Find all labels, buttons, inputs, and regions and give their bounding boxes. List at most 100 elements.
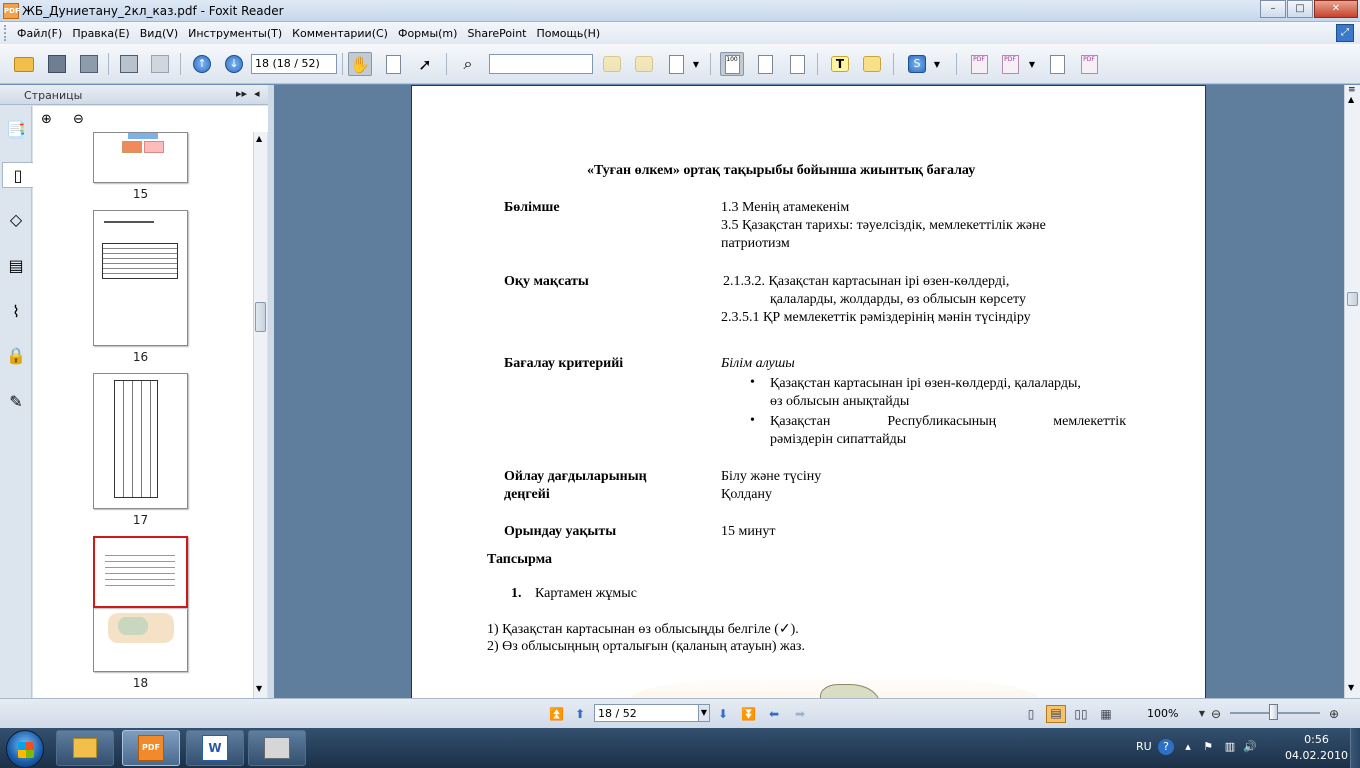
restore-view-icon[interactable]: ⤢ xyxy=(1336,24,1354,42)
next-page-icon[interactable]: ↓ xyxy=(222,52,246,76)
find-next-icon[interactable] xyxy=(632,52,656,76)
continuous-page-icon[interactable]: ▤ xyxy=(1046,705,1066,723)
pdf-export-icon[interactable] xyxy=(1045,52,1069,76)
select-text-icon[interactable] xyxy=(381,52,405,76)
comments-tab-icon[interactable]: ▤ xyxy=(4,252,28,278)
taskbar-explorer[interactable] xyxy=(56,730,114,766)
scroll-up-icon[interactable]: ▲ xyxy=(1348,95,1354,104)
find-binoculars-icon[interactable]: ⌕ xyxy=(456,52,480,76)
pages-tab-icon[interactable]: ▯ xyxy=(2,162,33,188)
thumbnail-viewport-frame[interactable] xyxy=(93,536,188,608)
menu-file[interactable]: Файл(F) xyxy=(12,27,67,40)
email-icon[interactable] xyxy=(148,52,172,76)
bookmarks-tab-icon[interactable]: 📑 xyxy=(4,116,28,142)
taskbar-word[interactable]: W xyxy=(186,730,244,766)
document-scrollbar[interactable]: ≡ ▲ ▼ xyxy=(1344,85,1360,698)
fit-page-icon[interactable] xyxy=(753,52,777,76)
page-number-input[interactable]: 18 (18 / 52) xyxy=(251,54,337,74)
layers-tab-icon[interactable]: ◇ xyxy=(4,206,28,232)
taskbar-printer[interactable] xyxy=(248,730,306,766)
flag-icon[interactable]: ⚑ xyxy=(1200,739,1216,755)
chevron-down-icon[interactable]: ▼ xyxy=(931,52,943,76)
volume-icon[interactable]: 🔊 xyxy=(1242,739,1258,755)
find-options-icon[interactable] xyxy=(664,52,688,76)
row-value: 2.1.3.2. Қазақстан картасынан ірі өзен-к… xyxy=(723,274,1010,289)
scroll-down-icon[interactable]: ▼ xyxy=(1348,683,1354,692)
find-previous-icon[interactable] xyxy=(600,52,624,76)
zoom-slider-handle[interactable] xyxy=(1269,704,1278,720)
scroll-down-icon[interactable]: ▼ xyxy=(256,684,262,693)
menu-edit[interactable]: Правка(E) xyxy=(67,27,134,40)
pdf-convert-icon[interactable]: PDF xyxy=(998,52,1022,76)
taskbar-foxit-reader[interactable]: PDF xyxy=(122,730,180,766)
thumbnail-page[interactable] xyxy=(93,132,188,183)
expand-panel-icon[interactable]: ▸▸ xyxy=(236,87,247,100)
chevron-down-icon[interactable]: ▼ xyxy=(698,704,710,722)
zoom-out-thumbnail-icon[interactable]: ⊖ xyxy=(73,112,84,127)
row-value: 2.3.5.1 ҚР мемлекеттік рәміздерінің мәні… xyxy=(721,310,1031,325)
menu-help[interactable]: Помощь(H) xyxy=(532,27,606,40)
thumbnail-page[interactable] xyxy=(93,210,188,346)
previous-page-icon[interactable]: ↑ xyxy=(190,52,214,76)
zoom-in-icon[interactable]: ⊕ xyxy=(1327,707,1341,721)
back-icon[interactable]: ⬅ xyxy=(767,707,781,721)
network-icon[interactable]: ▥ xyxy=(1222,739,1238,755)
fit-width-icon[interactable] xyxy=(785,52,809,76)
chevron-down-icon[interactable]: ▼ xyxy=(690,52,702,76)
pages-panel-header: Страницы ▸▸ ◂ xyxy=(0,85,270,105)
facing-pages-icon[interactable]: ▯▯ xyxy=(1074,707,1088,721)
scroll-up-icon[interactable]: ▲ xyxy=(256,134,262,143)
help-icon[interactable]: ? xyxy=(1158,739,1174,755)
close-button[interactable]: ✕ xyxy=(1314,0,1358,18)
save-icon[interactable] xyxy=(45,52,69,76)
thumbnails-scrollbar[interactable]: ▲ ▼ xyxy=(253,132,267,698)
zoom-out-icon[interactable]: ⊖ xyxy=(1209,707,1223,721)
security-tab-icon[interactable]: 🔒 xyxy=(4,342,28,368)
chevron-up-icon[interactable]: ▴ xyxy=(1180,739,1196,755)
menu-tools[interactable]: Инструменты(T) xyxy=(183,27,287,40)
save-all-icon[interactable] xyxy=(77,52,101,76)
print-icon[interactable] xyxy=(117,52,141,76)
last-page-icon[interactable]: ⏬ xyxy=(741,707,756,721)
status-page-input[interactable]: 18 / 52 xyxy=(594,704,700,722)
rotate-icon[interactable]: S xyxy=(905,52,929,76)
first-page-icon[interactable]: ⏫ xyxy=(549,707,564,721)
select-arrow-icon[interactable]: ➚ xyxy=(413,52,437,76)
show-desktop-button[interactable] xyxy=(1350,728,1360,768)
note-icon[interactable] xyxy=(860,52,884,76)
scrollbar-thumb[interactable] xyxy=(255,302,266,332)
pdf-create-icon[interactable]: PDF xyxy=(967,52,991,76)
scroll-top-icon[interactable]: ≡ xyxy=(1348,85,1356,95)
zoom-in-thumbnail-icon[interactable]: ⊕ xyxy=(41,112,52,127)
menu-comments[interactable]: Комментарии(C) xyxy=(287,27,393,40)
app-icon: PDF xyxy=(3,3,20,19)
pdf-merge-icon[interactable]: PDF xyxy=(1077,52,1101,76)
minimize-button[interactable]: – xyxy=(1260,0,1286,18)
signatures-tab-icon[interactable]: ✎ xyxy=(4,388,28,414)
chevron-down-icon[interactable]: ▼ xyxy=(1026,52,1038,76)
hand-tool-icon[interactable]: ✋ xyxy=(348,52,372,76)
continuous-facing-icon[interactable]: ▦ xyxy=(1099,707,1113,721)
next-page-icon[interactable]: ⬇ xyxy=(716,707,730,721)
single-page-icon[interactable]: ▯ xyxy=(1024,707,1038,721)
actual-size-icon[interactable]: 100 xyxy=(720,52,744,76)
search-input[interactable] xyxy=(489,54,593,74)
zoom-level[interactable]: 100% xyxy=(1147,707,1178,720)
maximize-button[interactable]: □ xyxy=(1287,0,1313,18)
scrollbar-thumb[interactable] xyxy=(1347,292,1358,306)
collapse-panel-icon[interactable]: ◂ xyxy=(254,87,260,100)
chevron-down-icon[interactable]: ▼ xyxy=(1195,707,1209,721)
start-button[interactable] xyxy=(6,730,44,768)
typewriter-icon[interactable]: T xyxy=(828,52,852,76)
previous-page-icon[interactable]: ⬆ xyxy=(573,707,587,721)
clock[interactable]: 0:56 04.02.2010 xyxy=(1285,732,1348,764)
open-folder-icon[interactable] xyxy=(12,52,36,76)
menu-view[interactable]: Вид(V) xyxy=(135,27,183,40)
thumbnail-page[interactable] xyxy=(93,373,188,509)
attachments-tab-icon[interactable]: ⌇ xyxy=(4,298,28,324)
language-indicator[interactable]: RU xyxy=(1136,740,1152,753)
menu-forms[interactable]: Формы(m) xyxy=(393,27,462,40)
menu-sharepoint[interactable]: SharePoint xyxy=(462,27,531,40)
forward-icon[interactable]: ➡ xyxy=(793,707,807,721)
document-view[interactable]: «Туған өлкем» ортақ тақырыбы бойынша жиы… xyxy=(274,85,1344,698)
